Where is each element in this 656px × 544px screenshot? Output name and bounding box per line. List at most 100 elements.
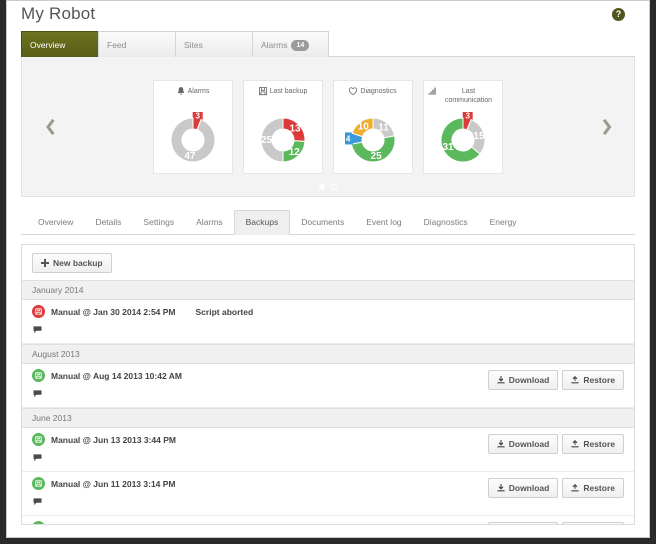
backups-toolbar: New backup (22, 245, 634, 280)
restore-label: Restore (583, 483, 615, 493)
backup-label: Manual @ Jan 30 2014 2:54 PM (51, 306, 176, 317)
kpi-card-last-communication[interactable]: Last communication 3 15 31 (423, 79, 503, 174)
kpi-card-last-backup[interactable]: Last backup 13 12 25 (243, 79, 323, 174)
backup-row-main: Manual @ Jan 30 2014 2:54 PM Script abort… (32, 305, 624, 318)
app-header: My Robot ? (7, 1, 649, 29)
kpi-card-title: Last communication (444, 87, 493, 104)
download-button[interactable]: Download (487, 370, 559, 390)
backup-row-actions: Download Restore (487, 434, 624, 454)
donut-segment-value: 25 (261, 135, 273, 146)
chevron-right-icon (602, 118, 611, 135)
kpi-carousel: Alarms 3 47 Last backup 13 12 25 Diagnostics 11 2… (21, 57, 635, 197)
download-button[interactable]: Download (487, 434, 559, 454)
section-tab-energy[interactable]: Energy (479, 211, 528, 234)
restore-button[interactable]: Restore (562, 434, 624, 454)
donut-segment-value: 31 (443, 142, 455, 153)
save-glyph-icon (35, 436, 42, 443)
restore-icon (571, 484, 579, 492)
section-tab-documents[interactable]: Documents (290, 211, 355, 234)
download-label: Download (508, 375, 550, 385)
donut-container: 3 15 31 (424, 107, 502, 173)
donut-segment-value: 25 (371, 151, 383, 162)
backup-success-icon (32, 477, 45, 490)
donut-segment-value: 3 (195, 112, 200, 120)
section-tab-diagnostics[interactable]: Diagnostics (413, 211, 479, 234)
restore-icon (571, 440, 579, 448)
donut-segment-value: 3 (465, 112, 470, 120)
kpi-card-title: Alarms (187, 87, 210, 95)
kpi-card-alarms[interactable]: Alarms 3 47 (153, 79, 233, 174)
kpi-card-header: Last backup (244, 86, 322, 107)
restore-icon (571, 376, 579, 384)
comment-icon[interactable] (33, 498, 42, 506)
kpi-card-list: Alarms 3 47 Last backup 13 12 25 Diagnostics 11 2… (153, 79, 503, 174)
comment-icon[interactable] (33, 454, 42, 462)
donut-chart: 3 15 31 (440, 111, 486, 162)
top-tab-feed[interactable]: Feed (98, 31, 175, 57)
top-tab-bar: Overview Feed Sites Alarms 14 (21, 31, 635, 57)
backup-month-header: January 2014 (22, 280, 634, 300)
carousel-dot-1[interactable] (319, 184, 325, 190)
section-tab-settings[interactable]: Settings (132, 211, 185, 234)
backup-error-icon (32, 305, 45, 318)
top-tab-alarms[interactable]: Alarms 14 (252, 31, 329, 57)
backup-row-actions: Download Restore (487, 370, 624, 390)
alarms-count-badge: 14 (291, 40, 310, 51)
heart-icon (349, 86, 358, 95)
donut-container: 13 12 25 (244, 107, 322, 173)
comment-icon[interactable] (33, 390, 42, 398)
save-glyph-icon (35, 308, 42, 315)
download-icon (497, 440, 505, 448)
save-glyph-icon (35, 372, 42, 379)
comment-icon[interactable] (33, 326, 42, 334)
backup-row[interactable]: Manual @ Aug 14 2013 10:42 AM Download Res… (22, 364, 634, 408)
donut-chart: 13 12 25 (260, 116, 306, 163)
page-title: My Robot (21, 4, 96, 23)
section-tab-details[interactable]: Details (84, 211, 132, 234)
donut-segment-value: 15 (473, 130, 485, 141)
new-backup-button[interactable]: New backup (32, 253, 112, 273)
top-tab-label: Feed (107, 40, 127, 50)
backup-row[interactable]: Manual @ Jun 13 2013 3:44 PM Download Rest… (22, 428, 634, 472)
kpi-card-header: Alarms (154, 86, 232, 107)
download-label: Download (508, 439, 550, 449)
backup-row-actions: Download Restore (487, 478, 624, 498)
carousel-prev-button[interactable] (38, 112, 60, 142)
section-tab-backups[interactable]: Backups (233, 210, 291, 235)
backup-label: Manual @ Jun 11 2013 2:44 PM (51, 523, 176, 525)
top-tab-label: Overview (30, 40, 66, 50)
carousel-next-button[interactable] (596, 112, 618, 142)
kpi-card-header: Last communication (424, 87, 502, 107)
donut-segment-value: 11 (378, 122, 389, 133)
new-backup-label: New backup (53, 258, 103, 268)
backup-month-header: June 2013 (22, 408, 634, 428)
donut-segment-value: 4 (346, 134, 351, 143)
kpi-card-title: Last backup (269, 87, 308, 95)
download-button[interactable]: Download (487, 478, 559, 498)
carousel-dot-2[interactable] (331, 184, 337, 190)
donut-chart: 3 47 (170, 111, 216, 162)
restore-button[interactable]: Restore (562, 478, 624, 498)
top-tab-overview[interactable]: Overview (21, 31, 98, 57)
section-tab-alarms[interactable]: Alarms (185, 211, 233, 234)
signal-icon (428, 87, 436, 95)
download-label: Download (508, 483, 550, 493)
section-tab-bar: Overview Details Settings Alarms Backups Docu… (21, 209, 635, 235)
backup-success-icon (32, 433, 45, 446)
section-tab-overview[interactable]: Overview (27, 211, 84, 234)
restore-button[interactable]: Restore (562, 370, 624, 390)
restore-button[interactable]: Restore (562, 522, 624, 524)
section-tab-event-log[interactable]: Event log (355, 211, 412, 234)
restore-label: Restore (583, 375, 615, 385)
kpi-card-header: Diagnostics (334, 86, 412, 107)
kpi-card-diagnostics[interactable]: Diagnostics 11 25 4 10 (333, 79, 413, 174)
backup-row[interactable]: Manual @ Jun 11 2013 2:44 PM DownloadRest… (22, 516, 634, 525)
backup-row[interactable]: Manual @ Jan 30 2014 2:54 PM Script abort… (22, 300, 634, 344)
donut-container: 3 47 (154, 107, 232, 173)
download-button[interactable]: Download (487, 522, 559, 524)
backup-row[interactable]: Manual @ Jun 11 2013 3:14 PM Download Rest… (22, 472, 634, 516)
backup-comment-button[interactable] (33, 321, 624, 339)
backups-list: January 2014 Manual @ Jan 30 2014 2:54 PM… (22, 280, 634, 525)
help-icon[interactable]: ? (612, 8, 625, 21)
top-tab-sites[interactable]: Sites (175, 31, 252, 57)
